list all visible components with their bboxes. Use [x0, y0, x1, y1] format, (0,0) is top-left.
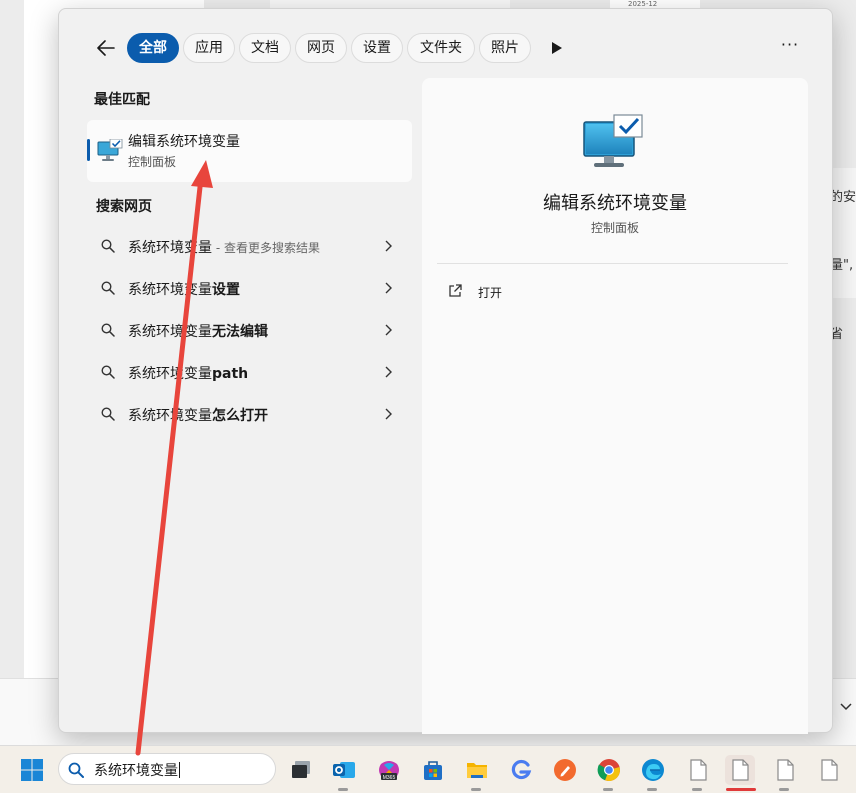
best-match-subtitle: 控制面板	[128, 155, 177, 169]
taskbar-app-m365[interactable]: M365	[374, 755, 404, 785]
more-filters-button[interactable]	[551, 40, 565, 56]
edge-icon	[642, 759, 664, 781]
chevron-right-icon	[385, 282, 392, 294]
background-date-label: 2025-12	[628, 0, 658, 8]
search-icon	[101, 323, 115, 337]
folder-icon	[467, 763, 487, 778]
running-indicator	[647, 788, 657, 791]
web-search-item[interactable]: 系统环境变量path	[87, 352, 412, 392]
open-external-icon	[449, 284, 462, 297]
web-search-query-suffix: 设置	[212, 282, 240, 298]
web-search-query: 系统环境变量	[128, 324, 212, 340]
search-icon	[101, 281, 115, 295]
chrome-icon	[597, 759, 620, 782]
task-view-icon	[292, 761, 310, 778]
web-search-item[interactable]: 系统环境变量设置	[87, 268, 412, 308]
start-button[interactable]	[20, 758, 44, 782]
taskbar-app-document-3[interactable]	[770, 755, 800, 785]
more-options-button[interactable]: ···	[775, 36, 805, 60]
tab-photos[interactable]: 照片	[479, 33, 531, 63]
chevron-right-icon	[385, 324, 392, 336]
taskbar-app-g[interactable]	[506, 755, 536, 785]
play-icon	[552, 42, 562, 54]
preview-subtitle: 控制面板	[590, 221, 639, 235]
preview-title: 编辑系统环境变量	[543, 193, 687, 214]
running-indicator	[338, 788, 348, 791]
g-app-icon	[511, 759, 532, 780]
running-indicator	[779, 788, 789, 791]
taskbar-search-input[interactable]: 系统环境变量	[58, 753, 276, 785]
pen-app-icon	[554, 759, 576, 781]
background-text: 的安	[830, 190, 856, 205]
open-label: 打开	[478, 286, 503, 300]
search-icon	[68, 762, 84, 778]
best-match-title: 最佳匹配	[94, 92, 150, 108]
store-icon	[424, 761, 442, 780]
taskbar-app-task-view[interactable]	[286, 755, 316, 785]
taskbar: 系统环境变量 M365	[0, 745, 856, 793]
chevron-right-icon	[385, 366, 392, 378]
background-text: 量",	[830, 258, 854, 273]
web-search-query: 系统环境变量	[128, 408, 212, 424]
running-indicator	[603, 788, 613, 791]
document-icon	[821, 759, 838, 781]
running-indicator	[692, 788, 702, 791]
web-search-query-suffix: path	[212, 366, 249, 382]
web-search-item[interactable]: 系统环境变量无法编辑	[87, 310, 412, 350]
taskbar-app-edge[interactable]	[638, 755, 668, 785]
text-caret	[179, 762, 180, 778]
filter-bar: 全部 应用 文档 网页 设置 文件夹 照片 ···	[59, 33, 832, 63]
running-indicator	[471, 788, 481, 791]
active-app-indicator	[726, 788, 756, 791]
monitor-check-icon	[97, 138, 123, 163]
taskbar-app-store[interactable]	[418, 755, 448, 785]
open-button[interactable]: 打开	[442, 278, 592, 308]
m365-copilot-icon: M365	[379, 761, 399, 781]
taskbar-app-document-4[interactable]	[814, 755, 844, 785]
search-icon	[101, 365, 115, 379]
windows-logo-icon	[21, 759, 43, 781]
tab-all[interactable]: 全部	[127, 33, 179, 63]
taskbar-app-file-explorer[interactable]	[462, 755, 492, 785]
back-button[interactable]	[93, 35, 119, 61]
svg-text:M365: M365	[383, 775, 396, 781]
preview-pane: 编辑系统环境变量 控制面板 打开	[422, 78, 808, 734]
taskbar-app-outlook[interactable]	[329, 755, 359, 785]
web-search-query: 系统环境变量	[128, 366, 212, 382]
web-search-item[interactable]: 系统环境变量 - 查看更多搜索结果	[87, 226, 412, 266]
tab-apps[interactable]: 应用	[183, 33, 235, 63]
chevron-down-icon[interactable]	[840, 700, 852, 714]
taskbar-app-orange[interactable]	[550, 755, 580, 785]
tab-folders[interactable]: 文件夹	[407, 33, 475, 63]
search-query-text: 系统环境变量	[94, 763, 178, 779]
outlook-icon	[333, 762, 355, 778]
search-icon	[101, 239, 115, 253]
tab-settings[interactable]: 设置	[351, 33, 403, 63]
document-icon	[690, 759, 707, 781]
tab-web[interactable]: 网页	[295, 33, 347, 63]
chevron-right-icon	[385, 408, 392, 420]
web-search-query-suffix: 无法编辑	[212, 324, 268, 340]
monitor-check-icon	[582, 114, 646, 170]
taskbar-app-chrome[interactable]	[594, 755, 624, 785]
web-search-query-suffix: 怎么打开	[212, 408, 268, 424]
divider	[437, 263, 788, 264]
web-search-query: 系统环境变量	[128, 282, 212, 298]
taskbar-app-document-2[interactable]	[725, 755, 755, 785]
taskbar-app-document-1[interactable]	[683, 755, 713, 785]
document-icon	[777, 759, 794, 781]
document-icon	[732, 759, 749, 781]
chevron-right-icon	[385, 240, 392, 252]
web-search-query: 系统环境变量	[128, 240, 212, 256]
arrow-left-icon	[97, 40, 115, 56]
best-match-name: 编辑系统环境变量	[128, 134, 240, 150]
web-search-hint: - 查看更多搜索结果	[212, 241, 320, 255]
search-icon	[101, 407, 115, 421]
tab-documents[interactable]: 文档	[239, 33, 291, 63]
web-search-item[interactable]: 系统环境变量怎么打开	[87, 394, 412, 434]
selection-accent	[87, 139, 90, 161]
search-flyout: 全部 应用 文档 网页 设置 文件夹 照片 ··· 最佳匹配 编辑系统环境变量 …	[58, 8, 833, 734]
web-search-title: 搜索网页	[96, 199, 152, 215]
best-match-result[interactable]: 编辑系统环境变量 控制面板	[87, 120, 412, 182]
